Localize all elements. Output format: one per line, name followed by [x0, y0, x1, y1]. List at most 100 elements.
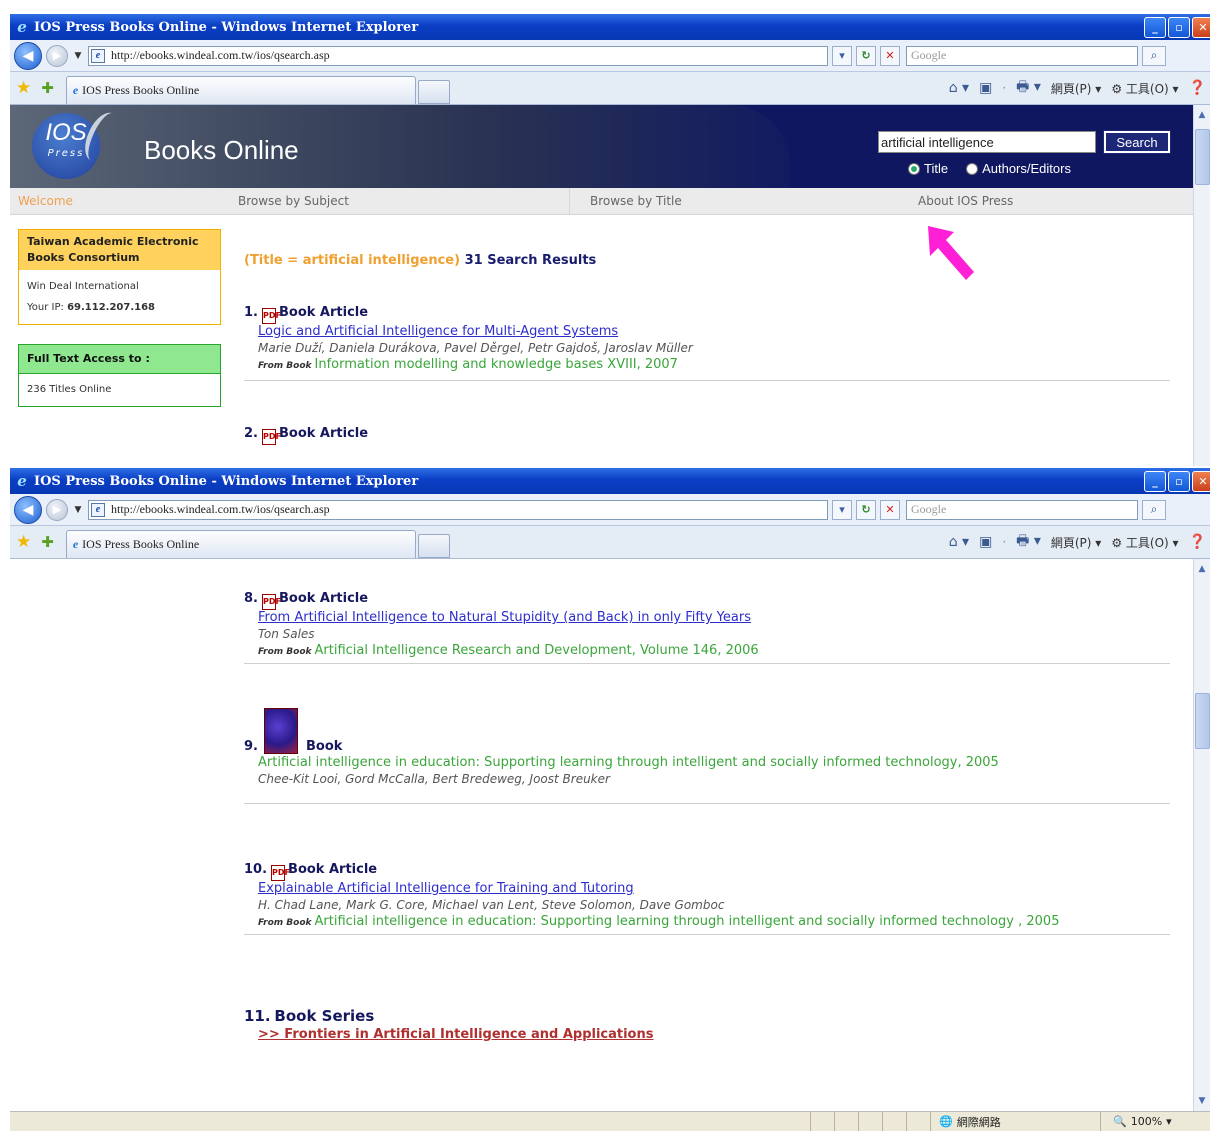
menu-about[interactable]: About IOS Press — [914, 188, 1013, 214]
tools-menu[interactable]: ⚙ 工具(O) ▾ — [1111, 80, 1178, 97]
minimize-button[interactable]: _ — [1144, 16, 1166, 38]
ip-value: 69.112.207.168 — [67, 302, 155, 313]
history-dropdown-icon[interactable]: ▼ — [72, 51, 84, 61]
results-query: (Title = artificial intelligence) — [244, 253, 461, 268]
pdf-icon[interactable]: PDF — [271, 865, 290, 881]
stop-icon[interactable]: ✕ — [880, 45, 900, 66]
favorites-star-icon[interactable]: ★ — [16, 78, 31, 98]
result-number: 8. — [244, 591, 258, 606]
ie-icon: e — [72, 83, 79, 97]
add-favorite-icon[interactable]: ✚ — [41, 79, 54, 97]
minimize-button[interactable]: _ — [1144, 470, 1166, 492]
add-favorite-icon[interactable]: ✚ — [41, 533, 54, 551]
url-dropdown-icon[interactable]: ▾ — [832, 499, 852, 520]
search-icon[interactable]: ⌕ — [1142, 45, 1166, 66]
site-search-input[interactable]: artificial intelligence — [878, 131, 1096, 153]
back-icon[interactable]: ◀ — [14, 495, 42, 524]
refresh-icon[interactable]: ↻ — [856, 45, 876, 66]
new-tab-button[interactable] — [417, 80, 450, 104]
result-title-link[interactable]: Logic and Artificial Intelligence for Mu… — [258, 324, 1170, 340]
refresh-icon[interactable]: ↻ — [856, 499, 876, 520]
feed-icon[interactable]: ▣ — [979, 80, 992, 96]
url-input[interactable]: e http://ebooks.windeal.com.tw/ios/qsearc… — [88, 45, 828, 66]
print-icon[interactable]: 🖶 ▾ — [1016, 530, 1041, 554]
result-item: 9. Book Artificial intelligence in educat… — [244, 708, 1170, 787]
help-icon[interactable]: ❓ — [1189, 534, 1206, 550]
result-number: 10. — [244, 862, 268, 877]
tools-icon: ⚙ — [1111, 535, 1123, 550]
tab-label: IOS Press Books Online — [82, 83, 200, 97]
page-icon: e — [91, 48, 105, 63]
stop-icon[interactable]: ✕ — [880, 499, 900, 520]
zoom-control[interactable]: 🔍 100% ▾ — [1100, 1112, 1210, 1131]
scroll-up-icon[interactable]: ▲ — [1194, 107, 1210, 123]
menu-browse-title[interactable]: Browse by Title — [570, 188, 914, 214]
pdf-icon[interactable]: PDF — [261, 594, 281, 610]
scroll-up-icon[interactable]: ▲ — [1194, 561, 1210, 577]
url-dropdown-icon[interactable]: ▾ — [832, 45, 852, 66]
close-button[interactable]: ✕ — [1192, 470, 1210, 492]
tools-icon: ⚙ — [1111, 81, 1123, 96]
favorites-bar: ★ ✚ e IOS Press Books Online ⌂ ▾ ▣ · 🖶 ▾ … — [10, 526, 1210, 559]
forward-icon[interactable]: ▶ — [46, 498, 68, 521]
from-book-label: From Book — [258, 361, 312, 371]
close-button[interactable]: ✕ — [1192, 16, 1210, 38]
back-icon[interactable]: ◀ — [14, 41, 42, 70]
zoom-icon: 🔍 — [1113, 1115, 1127, 1128]
scrollbar-thumb[interactable] — [1195, 693, 1210, 749]
menu-browse-subject[interactable]: Browse by Subject — [226, 188, 570, 214]
new-tab-button[interactable] — [417, 534, 450, 558]
maximize-button[interactable]: ▫ — [1168, 470, 1190, 492]
pdf-icon[interactable]: PDF — [261, 308, 281, 324]
forward-icon[interactable]: ▶ — [46, 44, 68, 67]
google-placeholder: Google — [911, 48, 947, 62]
scrollbar-thumb[interactable] — [1195, 129, 1210, 185]
feed-icon[interactable]: ▣ — [979, 534, 992, 550]
search-icon[interactable]: ⌕ — [1142, 499, 1166, 520]
divider — [244, 380, 1170, 381]
radio-title[interactable]: Title — [908, 161, 948, 176]
maximize-button[interactable]: ▫ — [1168, 16, 1190, 38]
search-button[interactable]: Search — [1103, 130, 1171, 154]
vertical-scrollbar[interactable]: ▲ ▼ — [1193, 559, 1210, 1111]
security-zone[interactable]: 🌐 網際網路 — [930, 1112, 1100, 1131]
favorites-star-icon[interactable]: ★ — [16, 532, 31, 552]
results-count: 31 Search Results — [464, 253, 597, 268]
print-icon[interactable]: 🖶 ▾ — [1016, 76, 1041, 100]
browser-tab[interactable]: e IOS Press Books Online — [65, 76, 416, 104]
result-number: 9. — [244, 739, 258, 754]
ie-icon: e — [17, 18, 27, 36]
page-menu[interactable]: 網頁(P) ▾ — [1051, 534, 1101, 551]
radio-authors[interactable]: Authors/Editors — [966, 161, 1071, 176]
url-input[interactable]: e http://ebooks.windeal.com.tw/ios/qsearc… — [88, 499, 828, 520]
title-bar: e IOS Press Books Online - Windows Inter… — [10, 468, 1210, 494]
book-series-link[interactable]: >> Frontiers in Artificial Intelligence … — [258, 1027, 653, 1042]
result-authors: Chee-Kit Looi, Gord McCalla, Bert Bredew… — [258, 772, 610, 786]
google-search-input[interactable]: Google — [906, 45, 1138, 66]
results-header: (Title = artificial intelligence) 31 Sea… — [244, 253, 596, 268]
result-title-link[interactable]: From Artificial Intelligence to Natural … — [258, 610, 1170, 626]
pdf-icon[interactable]: PDF — [261, 429, 281, 445]
result-title-link[interactable]: Explainable Artificial Intelligence for … — [258, 881, 1170, 897]
history-dropdown-icon[interactable]: ▼ — [72, 505, 84, 515]
result-number: 2. — [244, 426, 258, 441]
address-bar: ◀ ▶ ▼ e http://ebooks.windeal.com.tw/ios/… — [10, 40, 1210, 72]
home-icon[interactable]: ⌂ ▾ — [949, 534, 969, 550]
help-icon[interactable]: ❓ — [1189, 80, 1206, 96]
result-type: Book Article — [278, 305, 369, 320]
page-menu-label: 網頁(P) — [1050, 81, 1092, 96]
vertical-scrollbar[interactable]: ▲ — [1193, 105, 1210, 466]
book-title[interactable]: Artificial intelligence in education: Su… — [258, 754, 1170, 771]
tools-menu-label: 工具(O) — [1125, 535, 1169, 550]
site-header: IOS Press Books Online artificial intell… — [10, 105, 1210, 188]
address-bar: ◀ ▶ ▼ e http://ebooks.windeal.com.tw/ios/… — [10, 494, 1210, 526]
scroll-down-icon[interactable]: ▼ — [1194, 1093, 1210, 1109]
home-icon[interactable]: ⌂ ▾ — [949, 80, 969, 96]
browser-tab[interactable]: e IOS Press Books Online — [65, 530, 416, 558]
menu-welcome[interactable]: Welcome — [10, 188, 226, 214]
tools-menu[interactable]: ⚙ 工具(O) ▾ — [1111, 534, 1178, 551]
book-cover-image[interactable] — [263, 708, 298, 754]
google-search-input[interactable]: Google — [906, 499, 1138, 520]
page-content-bottom: 8. PDFBook Article From Artificial Intell… — [10, 559, 1210, 1111]
page-menu[interactable]: 網頁(P) ▾ — [1051, 80, 1101, 97]
